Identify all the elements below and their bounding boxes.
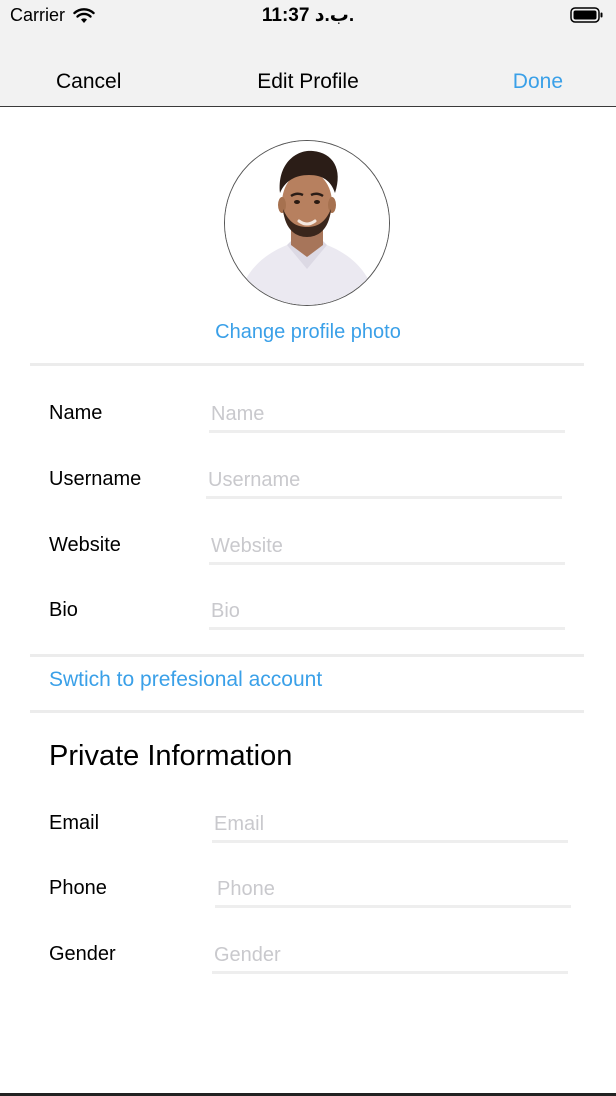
divider: [30, 363, 584, 366]
website-label: Website: [49, 534, 121, 556]
private-information-heading: Private Information: [49, 740, 293, 772]
profile-photo[interactable]: [224, 140, 390, 306]
name-input[interactable]: [209, 398, 565, 433]
username-input[interactable]: [206, 464, 562, 499]
gender-input[interactable]: [212, 939, 568, 974]
edit-profile-screen: Carrier 11:37 ب.د. Cancel Edit Profile D…: [0, 0, 616, 1096]
divider: [30, 710, 584, 713]
phone-label: Phone: [49, 877, 107, 899]
divider: [30, 654, 584, 657]
battery-icon: [570, 7, 603, 23]
website-input[interactable]: [209, 530, 565, 565]
profile-photo-image: [225, 141, 389, 305]
status-bar: Carrier 11:37 ب.د.: [0, 0, 616, 32]
username-label: Username: [49, 468, 142, 490]
change-profile-photo-link[interactable]: Change profile photo: [0, 321, 616, 344]
status-time: 11:37 ب.د.: [261, 5, 355, 26]
phone-input[interactable]: [215, 873, 571, 908]
switch-professional-account-link[interactable]: Swtich to prefesional account: [49, 668, 322, 692]
done-button[interactable]: Done: [513, 70, 563, 94]
top-bar: Carrier 11:37 ب.د. Cancel Edit Profile D…: [0, 0, 616, 107]
bio-input[interactable]: [209, 595, 565, 630]
gender-label: Gender: [49, 943, 116, 965]
name-label: Name: [49, 402, 103, 424]
bio-label: Bio: [49, 599, 78, 621]
navigation-bar: Cancel Edit Profile Done: [0, 64, 616, 104]
email-input[interactable]: [212, 808, 568, 843]
email-label: Email: [49, 812, 100, 834]
